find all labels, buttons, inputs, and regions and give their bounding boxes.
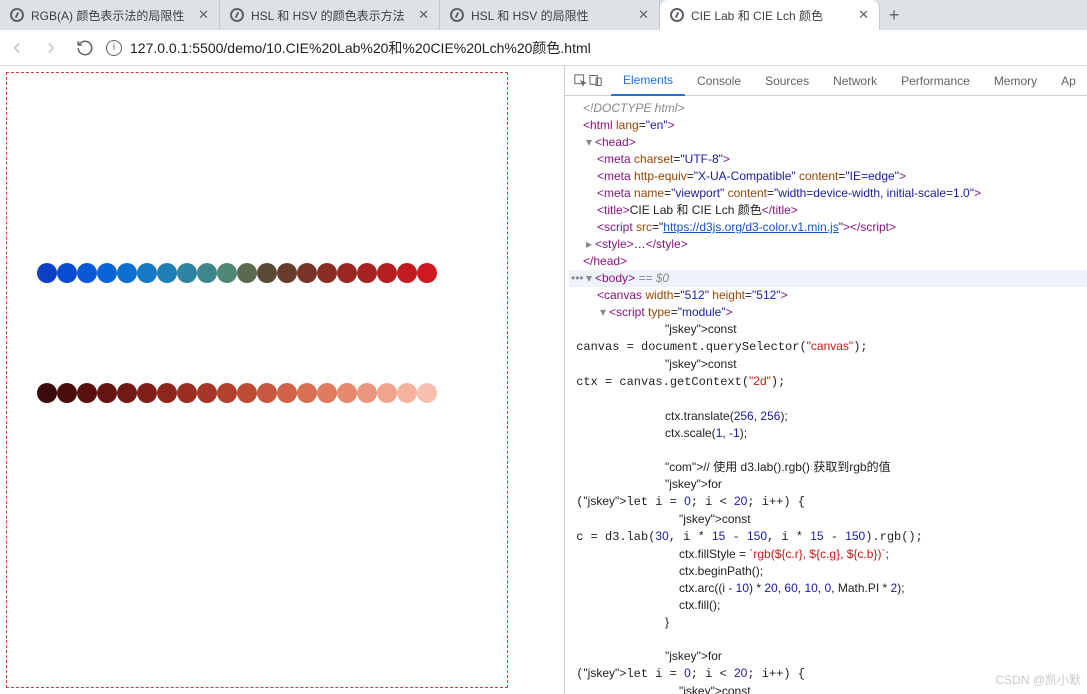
color-dot <box>417 383 437 403</box>
color-dot <box>37 383 57 403</box>
color-dot <box>257 263 277 283</box>
globe-icon <box>450 8 464 22</box>
color-dot <box>177 263 197 283</box>
color-dot <box>37 263 57 283</box>
browser-tab-1[interactable]: HSL 和 HSV 的颜色表示方法 ✕ <box>220 0 440 30</box>
color-dot <box>217 383 237 403</box>
content-split: Elements Console Sources Network Perform… <box>0 66 1087 694</box>
color-dot <box>317 263 337 283</box>
color-dot <box>297 263 317 283</box>
reload-button[interactable] <box>72 35 98 61</box>
page-viewport <box>0 66 564 694</box>
color-dot <box>77 383 97 403</box>
color-dot <box>57 383 77 403</box>
device-toggle-icon[interactable] <box>588 70 603 92</box>
watermark-text: CSDN @凯小默 <box>995 671 1081 688</box>
color-dot <box>397 263 417 283</box>
close-icon[interactable]: ✕ <box>638 7 649 23</box>
new-tab-button[interactable]: + <box>880 1 908 29</box>
forward-button[interactable] <box>38 35 64 61</box>
color-dot <box>377 383 397 403</box>
url-box[interactable]: i <box>106 34 1081 62</box>
devtools-toolbar: Elements Console Sources Network Perform… <box>565 66 1087 96</box>
globe-icon <box>230 8 244 22</box>
tab-title: RGB(A) 颜色表示法的局限性 <box>31 7 191 24</box>
color-dot <box>217 263 237 283</box>
globe-icon <box>670 8 684 22</box>
color-row-2 <box>37 383 437 403</box>
color-dot <box>97 263 117 283</box>
color-dot <box>377 263 397 283</box>
close-icon[interactable]: ✕ <box>418 7 429 23</box>
close-icon[interactable]: ✕ <box>198 7 209 23</box>
close-icon[interactable]: ✕ <box>858 7 869 23</box>
browser-tabstrip: RGB(A) 颜色表示法的局限性 ✕ HSL 和 HSV 的颜色表示方法 ✕ H… <box>0 0 1087 30</box>
color-dot <box>397 383 417 403</box>
color-dot <box>197 383 217 403</box>
site-info-icon[interactable]: i <box>106 40 122 56</box>
color-dot <box>197 263 217 283</box>
color-dot <box>277 263 297 283</box>
color-dot <box>357 263 377 283</box>
color-row-1 <box>37 263 437 283</box>
color-dot <box>317 383 337 403</box>
color-dot <box>157 383 177 403</box>
address-bar: i <box>0 30 1087 66</box>
canvas-element <box>6 72 508 688</box>
elements-tree[interactable]: <!DOCTYPE html><html lang="en">▾<head><m… <box>565 96 1087 694</box>
devtools-tab-network[interactable]: Network <box>821 66 889 96</box>
color-dot <box>237 263 257 283</box>
devtools-tab-console[interactable]: Console <box>685 66 753 96</box>
color-dot <box>117 263 137 283</box>
globe-icon <box>10 8 24 22</box>
color-dot <box>337 263 357 283</box>
color-dot <box>177 383 197 403</box>
color-dot <box>417 263 437 283</box>
browser-tab-2[interactable]: HSL 和 HSV 的局限性 ✕ <box>440 0 660 30</box>
url-input[interactable] <box>130 40 1081 56</box>
tab-title: CIE Lab 和 CIE Lch 颜色 <box>691 7 851 24</box>
color-dot <box>137 383 157 403</box>
tab-title: HSL 和 HSV 的局限性 <box>471 7 631 24</box>
devtools-tab-elements[interactable]: Elements <box>611 66 685 96</box>
color-dot <box>137 263 157 283</box>
devtools-tab-performance[interactable]: Performance <box>889 66 982 96</box>
devtools-tabs: Elements Console Sources Network Perform… <box>611 66 1087 96</box>
devtools-tab-more[interactable]: Ap <box>1049 66 1087 96</box>
back-button[interactable] <box>4 35 30 61</box>
devtools-tab-memory[interactable]: Memory <box>982 66 1049 96</box>
color-dot <box>357 383 377 403</box>
devtools-panel: Elements Console Sources Network Perform… <box>564 66 1087 694</box>
browser-tab-3[interactable]: CIE Lab 和 CIE Lch 颜色 ✕ <box>660 0 880 30</box>
devtools-tab-sources[interactable]: Sources <box>753 66 821 96</box>
color-dot <box>297 383 317 403</box>
color-dot <box>237 383 257 403</box>
color-dot <box>277 383 297 403</box>
color-dot <box>57 263 77 283</box>
color-dot <box>97 383 117 403</box>
color-dot <box>117 383 137 403</box>
color-dot <box>157 263 177 283</box>
tab-title: HSL 和 HSV 的颜色表示方法 <box>251 7 411 24</box>
color-dot <box>257 383 277 403</box>
browser-tab-0[interactable]: RGB(A) 颜色表示法的局限性 ✕ <box>0 0 220 30</box>
color-dot <box>77 263 97 283</box>
color-dot <box>337 383 357 403</box>
inspect-icon[interactable] <box>573 70 588 92</box>
